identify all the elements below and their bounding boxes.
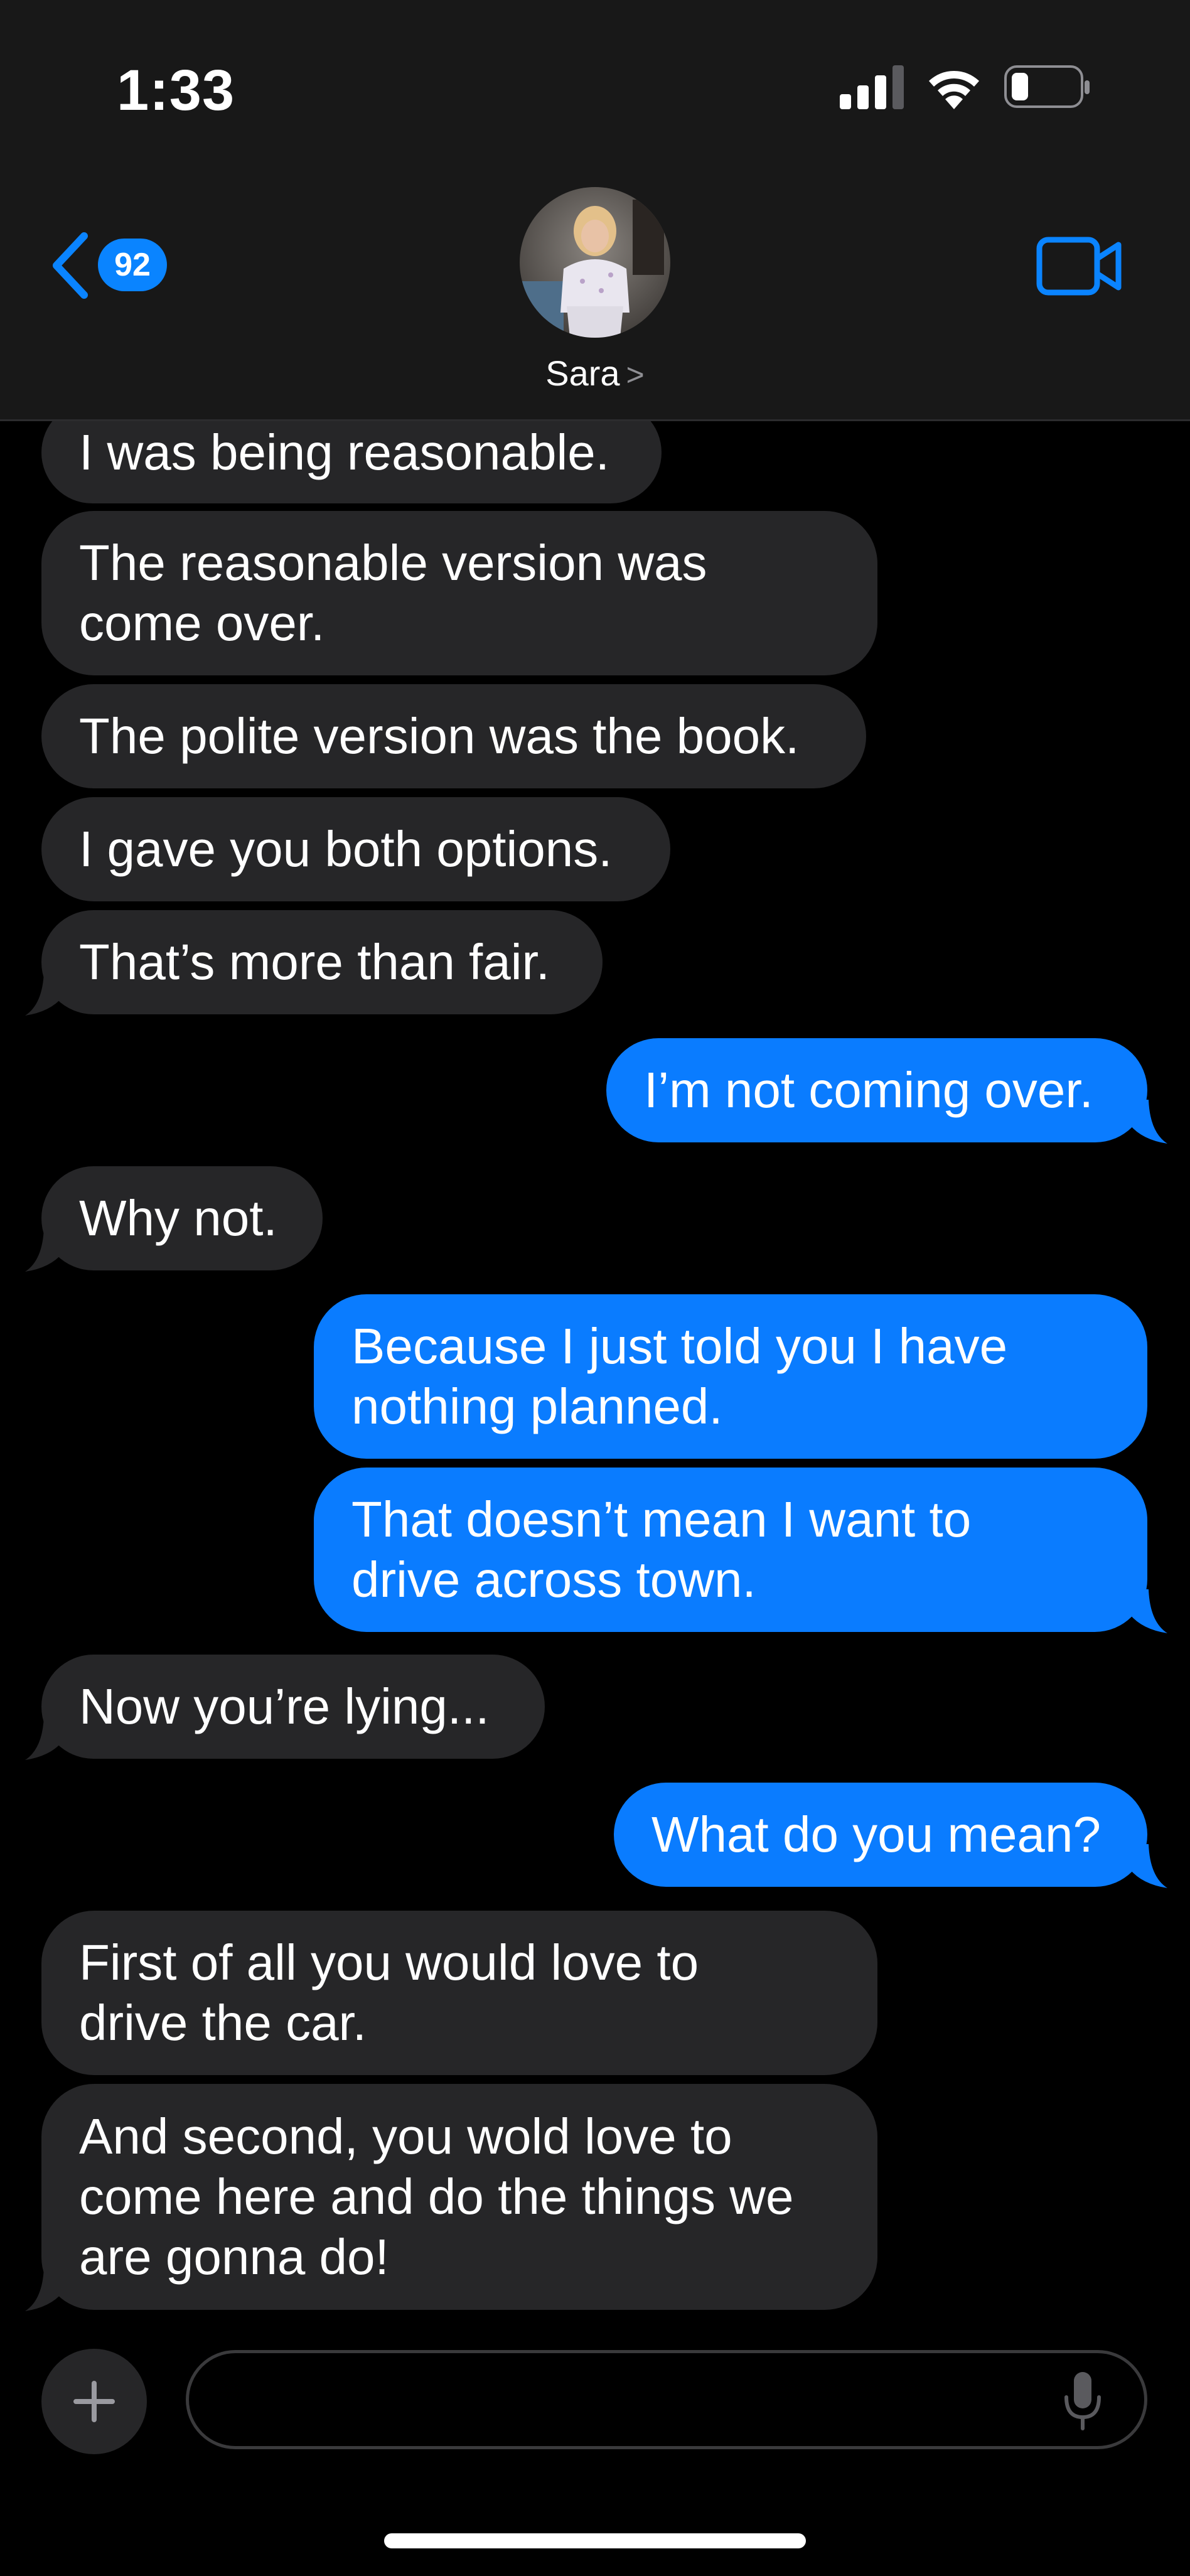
message-bubble-outgoing[interactable]: What do you mean? bbox=[614, 1783, 1147, 1887]
home-indicator[interactable] bbox=[384, 2533, 806, 2548]
message-bubble-incoming[interactable]: And second, you wold love to come here a… bbox=[41, 2084, 877, 2310]
back-button[interactable]: 92 bbox=[48, 226, 173, 301]
message-bubble-incoming[interactable]: The polite version was the book. bbox=[41, 684, 866, 788]
message-bubble-outgoing[interactable]: That doesn’t mean I want to drive across… bbox=[314, 1468, 1147, 1632]
contact-name: Sara bbox=[545, 353, 620, 393]
add-attachment-button[interactable] bbox=[41, 2349, 147, 2454]
plus-icon bbox=[73, 2381, 115, 2422]
wifi-icon bbox=[929, 71, 979, 109]
bubble-tail bbox=[1130, 1589, 1167, 1633]
video-call-icon[interactable] bbox=[1036, 235, 1123, 298]
message-input[interactable] bbox=[220, 2366, 1039, 2436]
status-time: 1:33 bbox=[117, 58, 235, 122]
message-bubble-incoming[interactable]: The reasonable version was come over. bbox=[41, 511, 877, 675]
avatar-photo bbox=[520, 187, 670, 338]
bubble-tail bbox=[1130, 1100, 1167, 1144]
chevron-right-icon: > bbox=[626, 357, 645, 392]
message-bubble-incoming[interactable]: First of all you would love to drive the… bbox=[41, 1911, 877, 2075]
message-bubble-incoming[interactable]: Now you’re lying... bbox=[41, 1655, 545, 1759]
cellular-signal-icon bbox=[840, 65, 904, 109]
bubble-tail bbox=[25, 1228, 63, 1272]
microphone-icon[interactable] bbox=[1063, 2372, 1103, 2432]
chevron-left-icon bbox=[53, 232, 88, 299]
message-bubble-incoming[interactable]: That’s more than fair. bbox=[41, 910, 603, 1014]
unread-count-badge: 92 bbox=[98, 239, 167, 291]
message-bubble-outgoing[interactable]: Because I just told you I have nothing p… bbox=[314, 1294, 1147, 1459]
bubble-tail bbox=[1130, 1844, 1167, 1888]
bubble-tail bbox=[25, 1716, 63, 1760]
bubble-tail bbox=[25, 972, 63, 1016]
message-bubble-outgoing[interactable]: I’m not coming over. bbox=[606, 1038, 1147, 1142]
contact-avatar[interactable] bbox=[520, 187, 670, 338]
message-bubble-incoming[interactable]: I gave you both options. bbox=[41, 797, 670, 901]
conversation-header: 1:33 92 Sara > bbox=[0, 0, 1190, 421]
bubble-tail bbox=[25, 2267, 63, 2311]
message-bubble-incoming[interactable]: Why not. bbox=[41, 1166, 323, 1270]
contact-name-button[interactable]: Sara > bbox=[0, 353, 1190, 394]
message-composer[interactable] bbox=[186, 2350, 1147, 2449]
battery-icon bbox=[1004, 65, 1090, 108]
